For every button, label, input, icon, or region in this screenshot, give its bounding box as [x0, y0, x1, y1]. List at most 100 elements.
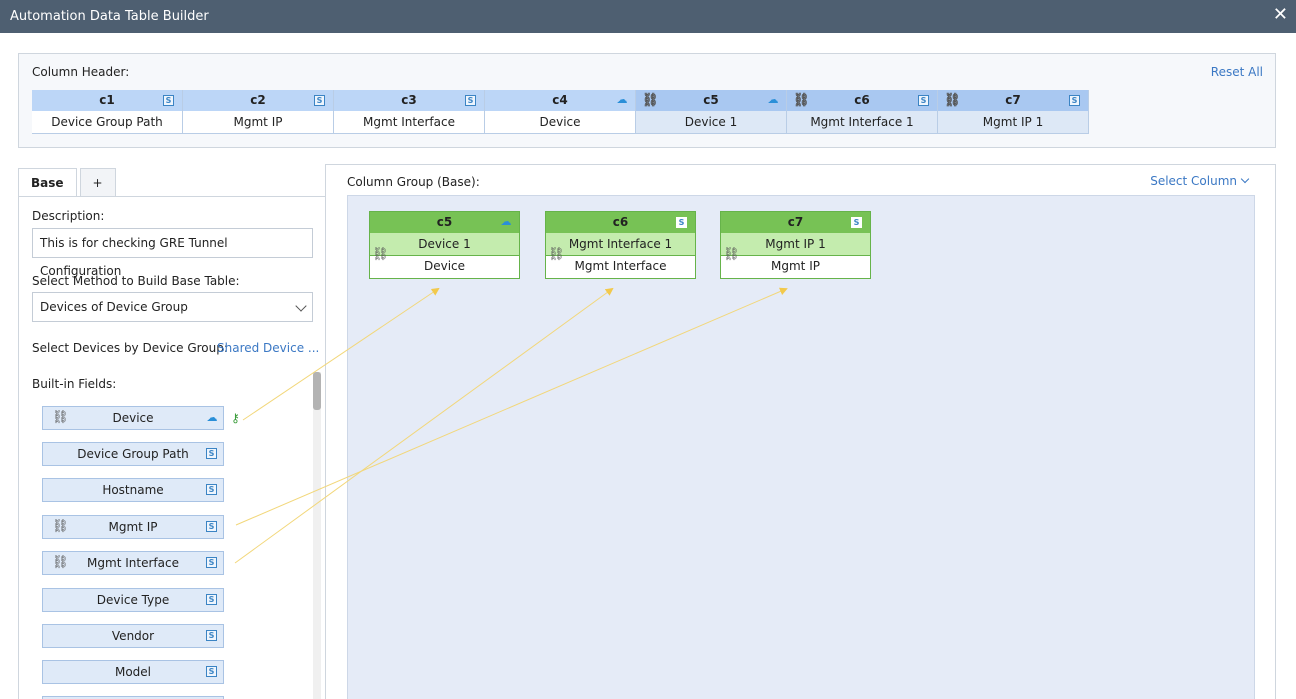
header-column-c2[interactable]: c2 S Mgmt IP	[183, 90, 334, 134]
method-select[interactable]: Devices of Device Group	[32, 292, 313, 322]
shared-device-group-link[interactable]: Shared Device ...	[217, 341, 319, 355]
s-icon: S	[1069, 95, 1080, 106]
header-column-c3[interactable]: c3 S Mgmt Interface	[334, 90, 485, 134]
description-input[interactable]: This is for checking GRE Tunnel Configur…	[32, 228, 313, 278]
s-icon: S	[851, 217, 862, 228]
fields-scrollbar[interactable]	[313, 372, 321, 699]
field-name: Mgmt Interface	[87, 556, 179, 570]
title-bar: Automation Data Table Builder ✕	[0, 0, 1296, 33]
s-icon: S	[206, 630, 217, 641]
column-header-table: c1 S Device Group Path c2 S Mgmt IP c3 S Mg…	[32, 90, 1089, 134]
builtin-field-vendor[interactable]: Vendor S	[42, 624, 224, 648]
s-icon: S	[676, 217, 687, 228]
tab-base[interactable]: Base	[18, 168, 77, 197]
node-id: c6	[612, 215, 629, 229]
field-name: Mgmt IP	[108, 520, 158, 534]
node-display-name: Mgmt IP 1	[721, 233, 870, 256]
header-column-c7[interactable]: ⛓ c7 S Mgmt IP 1	[938, 90, 1089, 134]
header-column-c4[interactable]: c4 ☁ Device	[485, 90, 636, 134]
tab-add[interactable]: +	[79, 168, 116, 197]
base-settings-panel: Description: This is for checking GRE Tu…	[18, 196, 326, 699]
builtin-fields-label: Built-in Fields:	[32, 377, 117, 391]
column-id: c5	[703, 93, 719, 107]
node-source-field: Mgmt IP	[721, 256, 870, 278]
node-display-name: Device 1	[370, 233, 519, 256]
column-name: Mgmt IP 1	[938, 111, 1088, 134]
column-header-label: Column Header:	[32, 65, 130, 79]
select-column-label: Select Column	[1150, 174, 1237, 188]
column-id: c7	[1005, 93, 1021, 107]
column-name: Device 1	[636, 111, 786, 134]
column-name: Mgmt IP	[183, 111, 333, 134]
column-name: Device	[485, 111, 635, 134]
device-group-label: Select Devices by Device Group:	[32, 341, 228, 355]
builtin-field-device[interactable]: ⛓ Device ☁	[42, 406, 224, 430]
field-name: Device	[112, 411, 154, 425]
chevron-down-icon	[295, 300, 307, 312]
group-node-c6[interactable]: c6 S Mgmt Interface 1 Mgmt Interface ⛓	[545, 211, 696, 279]
column-id: c4	[552, 93, 568, 107]
node-id: c5	[436, 215, 453, 229]
description-label: Description:	[32, 209, 105, 223]
header-column-c5[interactable]: ⛓ c5 ☁ Device 1	[636, 90, 787, 134]
reset-all-button[interactable]: Reset All	[1211, 65, 1263, 79]
scrollbar-thumb[interactable]	[313, 372, 321, 410]
field-name: Device Type	[96, 593, 170, 607]
s-icon: S	[465, 95, 476, 106]
node-source-field: Mgmt Interface	[546, 256, 695, 278]
column-id: c6	[854, 93, 870, 107]
tab-bar: Base +	[18, 168, 119, 197]
header-column-c6[interactable]: ⛓ c6 S Mgmt Interface 1	[787, 90, 938, 134]
s-icon: S	[163, 95, 174, 106]
column-group-title: Column Group (Base):	[347, 175, 480, 189]
link-icon: ⛓	[372, 247, 389, 262]
field-name: Vendor	[111, 629, 155, 643]
s-icon: S	[206, 594, 217, 605]
select-column-dropdown[interactable]: Select Column	[1150, 174, 1250, 188]
link-icon: ⛓	[548, 247, 565, 262]
link-icon: ⛓	[642, 93, 659, 108]
link-icon: ⛓	[723, 247, 740, 262]
key-icon: ⚷	[231, 411, 240, 425]
group-node-c5[interactable]: c5 ☁ Device 1 Device ⛓	[369, 211, 520, 279]
close-icon[interactable]: ✕	[1273, 5, 1288, 25]
column-id: c3	[401, 93, 417, 107]
s-icon: S	[206, 484, 217, 495]
column-group-canvas[interactable]: c5 ☁ Device 1 Device ⛓ c6 S Mgmt Interface…	[347, 195, 1255, 699]
column-name: Mgmt Interface	[334, 111, 484, 134]
device-icon: ☁	[616, 93, 628, 106]
link-icon: ⛓	[52, 410, 69, 425]
s-icon: S	[206, 557, 217, 568]
header-column-c1[interactable]: c1 S Device Group Path	[32, 90, 183, 134]
s-icon: S	[206, 448, 217, 459]
builtin-field-device-type[interactable]: Device Type S	[42, 588, 224, 612]
device-icon: ☁	[206, 411, 218, 424]
field-name: Hostname	[102, 483, 164, 497]
column-id: c2	[250, 93, 266, 107]
column-name: Mgmt Interface 1	[787, 111, 937, 134]
field-name: Model	[114, 665, 152, 679]
link-icon: ⛓	[944, 93, 961, 108]
link-icon: ⛓	[52, 555, 69, 570]
column-header-panel: Column Header: Reset All c1 S Device Grou…	[18, 53, 1276, 148]
s-icon: S	[206, 666, 217, 677]
builtin-field-device-group-path[interactable]: Device Group Path S	[42, 442, 224, 466]
device-icon: ☁	[767, 93, 779, 106]
column-group-panel: Column Group (Base): Select Column c5 ☁ D…	[325, 164, 1276, 699]
node-source-field: Device	[370, 256, 519, 278]
device-icon: ☁	[500, 215, 512, 228]
field-name: Device Group Path	[77, 447, 189, 461]
builtin-field-model[interactable]: Model S	[42, 660, 224, 684]
group-node-c7[interactable]: c7 S Mgmt IP 1 Mgmt IP ⛓	[720, 211, 871, 279]
column-id: c1	[99, 93, 115, 107]
node-display-name: Mgmt Interface 1	[546, 233, 695, 256]
builtin-field-hostname[interactable]: Hostname S	[42, 478, 224, 502]
column-name: Device Group Path	[32, 111, 182, 134]
chevron-down-icon	[1240, 174, 1250, 184]
s-icon: S	[206, 521, 217, 532]
builtin-field-mgmt-ip[interactable]: ⛓ Mgmt IP S	[42, 515, 224, 539]
builtin-field-mgmt-interface[interactable]: ⛓ Mgmt Interface S	[42, 551, 224, 575]
s-icon: S	[314, 95, 325, 106]
link-icon: ⛓	[52, 519, 69, 534]
method-label: Select Method to Build Base Table:	[32, 274, 240, 288]
